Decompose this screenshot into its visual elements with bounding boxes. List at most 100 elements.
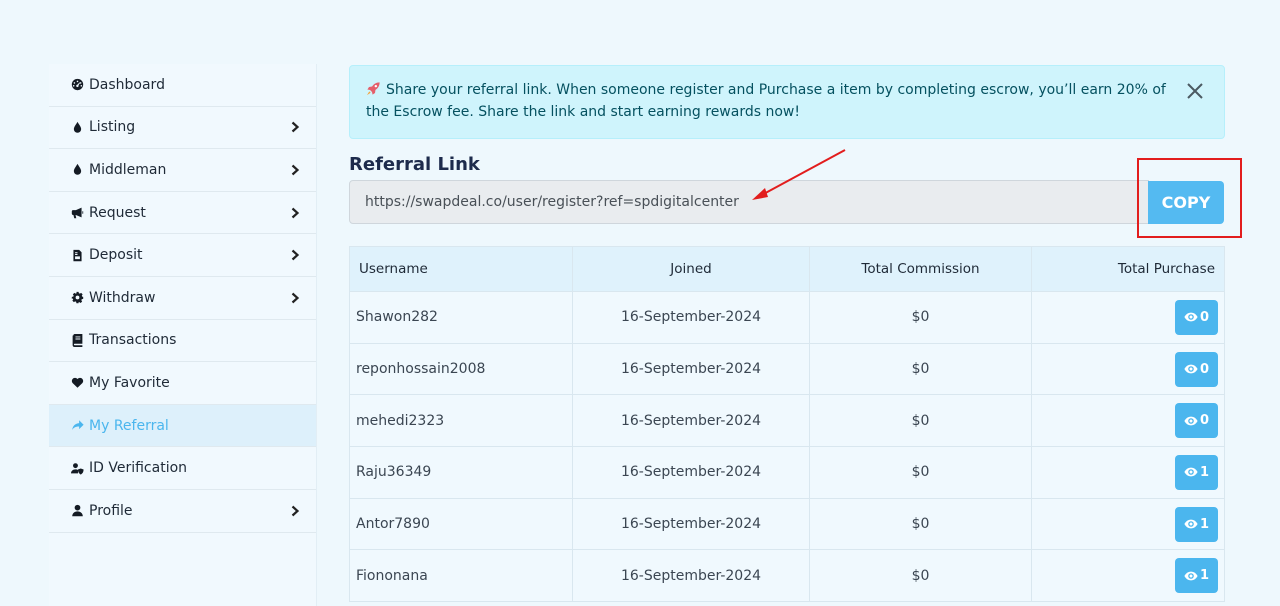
chevron-right-icon xyxy=(290,292,302,304)
table-header-row: Username Joined Total Commission Total P… xyxy=(349,246,1225,292)
eye-icon xyxy=(1184,466,1200,478)
chevron-right-icon xyxy=(290,505,302,517)
annotation-arrow xyxy=(752,149,846,200)
purchase-cell: 1 xyxy=(1031,446,1225,499)
sidebar-item-my-favorite[interactable]: My Favorite xyxy=(49,362,316,405)
sidebar-item-request[interactable]: Request xyxy=(49,192,316,235)
table-row: Fiononana 16-September-2024 $0 1 xyxy=(349,549,1225,603)
megaphone-icon xyxy=(67,206,87,219)
eye-icon xyxy=(1184,518,1200,530)
commission-cell: $0 xyxy=(809,549,1032,603)
table-row: Raju36349 16-September-2024 $0 1 xyxy=(349,446,1225,499)
sidebar-item-label: Listing xyxy=(89,119,136,136)
view-purchases-button[interactable]: 0 xyxy=(1175,403,1218,439)
sidebar-item-transactions[interactable]: Transactions xyxy=(49,320,316,363)
view-purchases-button[interactable]: 1 xyxy=(1175,558,1218,594)
eye-icon xyxy=(1184,311,1200,323)
commission-cell: $0 xyxy=(809,446,1032,499)
user-shield-icon xyxy=(67,462,87,475)
sidebar-item-label: ID Verification xyxy=(89,460,188,477)
purchase-cell: 0 xyxy=(1031,291,1225,344)
sidebar-item-profile[interactable]: Profile xyxy=(49,490,316,533)
column-header-total-purchase: Total Purchase xyxy=(1031,246,1225,292)
purchase-count: 0 xyxy=(1199,361,1210,377)
sidebar-item-dashboard[interactable]: Dashboard xyxy=(49,64,316,107)
chevron-right-icon xyxy=(290,207,302,219)
joined-cell: 16-September-2024 xyxy=(572,446,810,499)
purchase-count: 1 xyxy=(1199,568,1210,584)
user-icon xyxy=(67,504,87,517)
file-invoice-icon xyxy=(67,249,87,262)
sidebar-item-deposit[interactable]: Deposit xyxy=(49,234,316,277)
sidebar-item-label: My Referral xyxy=(89,417,169,434)
commission-cell: $0 xyxy=(809,291,1032,344)
commission-cell: $0 xyxy=(809,394,1032,448)
sidebar-item-label: Withdraw xyxy=(89,289,156,306)
joined-cell: 16-September-2024 xyxy=(572,497,810,551)
purchase-cell: 0 xyxy=(1031,394,1225,448)
sidebar-item-id-verification[interactable]: ID Verification xyxy=(49,447,316,490)
referral-link-title: Referral Link xyxy=(349,154,480,175)
book-icon xyxy=(67,333,87,347)
joined-cell: 16-September-2024 xyxy=(572,342,810,396)
purchase-cell: 1 xyxy=(1031,549,1225,603)
sidebar: Dashboard Listing Middleman Request Deposit W… xyxy=(49,64,317,606)
joined-cell: 16-September-2024 xyxy=(572,291,810,344)
close-icon[interactable] xyxy=(1186,82,1204,100)
chevron-right-icon xyxy=(290,121,302,133)
column-header-joined: Joined xyxy=(572,246,810,292)
eye-icon xyxy=(1184,415,1200,427)
view-purchases-button[interactable]: 0 xyxy=(1175,351,1218,387)
username-cell: Antor7890 xyxy=(349,497,573,551)
eye-icon xyxy=(1184,570,1200,582)
dashboard-icon xyxy=(67,78,87,91)
sidebar-item-listing[interactable]: Listing xyxy=(49,107,316,150)
eye-icon xyxy=(1184,363,1200,375)
sidebar-item-label: Profile xyxy=(89,502,133,519)
username-cell: Shawon282 xyxy=(349,291,573,344)
view-purchases-button[interactable]: 1 xyxy=(1175,506,1218,542)
username-cell: mehedi2323 xyxy=(349,394,573,448)
share-icon xyxy=(67,419,87,432)
table-row: Shawon282 16-September-2024 $0 0 xyxy=(349,291,1225,344)
purchase-count: 1 xyxy=(1199,516,1210,532)
gear-icon xyxy=(67,291,87,304)
joined-cell: 16-September-2024 xyxy=(572,394,810,448)
sidebar-item-middleman[interactable]: Middleman xyxy=(49,149,316,192)
purchase-cell: 0 xyxy=(1031,342,1225,396)
copy-button[interactable]: COPY xyxy=(1148,181,1224,224)
table-row: mehedi2323 16-September-2024 $0 0 xyxy=(349,394,1225,448)
sidebar-item-withdraw[interactable]: Withdraw xyxy=(49,277,316,320)
username-cell: Raju36349 xyxy=(349,446,573,499)
commission-cell: $0 xyxy=(809,497,1032,551)
commission-cell: $0 xyxy=(809,342,1032,396)
alert-text: Share your referral link. When someone r… xyxy=(366,82,1166,120)
purchase-count: 0 xyxy=(1199,413,1210,429)
referral-alert: Share your referral link. When someone r… xyxy=(349,65,1225,139)
droplet-icon xyxy=(67,163,87,176)
sidebar-item-label: Transactions xyxy=(89,332,177,349)
chevron-right-icon xyxy=(290,164,302,176)
sidebar-item-my-referral[interactable]: My Referral xyxy=(49,404,316,448)
table-row: Antor7890 16-September-2024 $0 1 xyxy=(349,497,1225,551)
heart-icon xyxy=(67,376,87,389)
column-header-username: Username xyxy=(349,246,573,292)
droplet-icon xyxy=(67,121,87,134)
sidebar-item-label: Dashboard xyxy=(89,76,165,93)
sidebar-item-label: Middleman xyxy=(89,161,167,178)
referral-table: Username Joined Total Commission Total P… xyxy=(349,246,1225,603)
purchase-count: 1 xyxy=(1199,464,1210,480)
chevron-right-icon xyxy=(290,249,302,261)
table-row: reponhossain2008 16-September-2024 $0 0 xyxy=(349,342,1225,396)
sidebar-item-label: Deposit xyxy=(89,247,143,264)
username-cell: Fiononana xyxy=(349,549,573,603)
username-cell: reponhossain2008 xyxy=(349,342,573,396)
sidebar-item-label: Request xyxy=(89,204,146,221)
purchase-cell: 1 xyxy=(1031,497,1225,551)
purchase-count: 0 xyxy=(1199,309,1210,325)
rocket-icon xyxy=(366,79,381,101)
joined-cell: 16-September-2024 xyxy=(572,549,810,603)
view-purchases-button[interactable]: 1 xyxy=(1175,454,1218,490)
sidebar-item-label: My Favorite xyxy=(89,374,170,391)
view-purchases-button[interactable]: 0 xyxy=(1175,299,1218,335)
